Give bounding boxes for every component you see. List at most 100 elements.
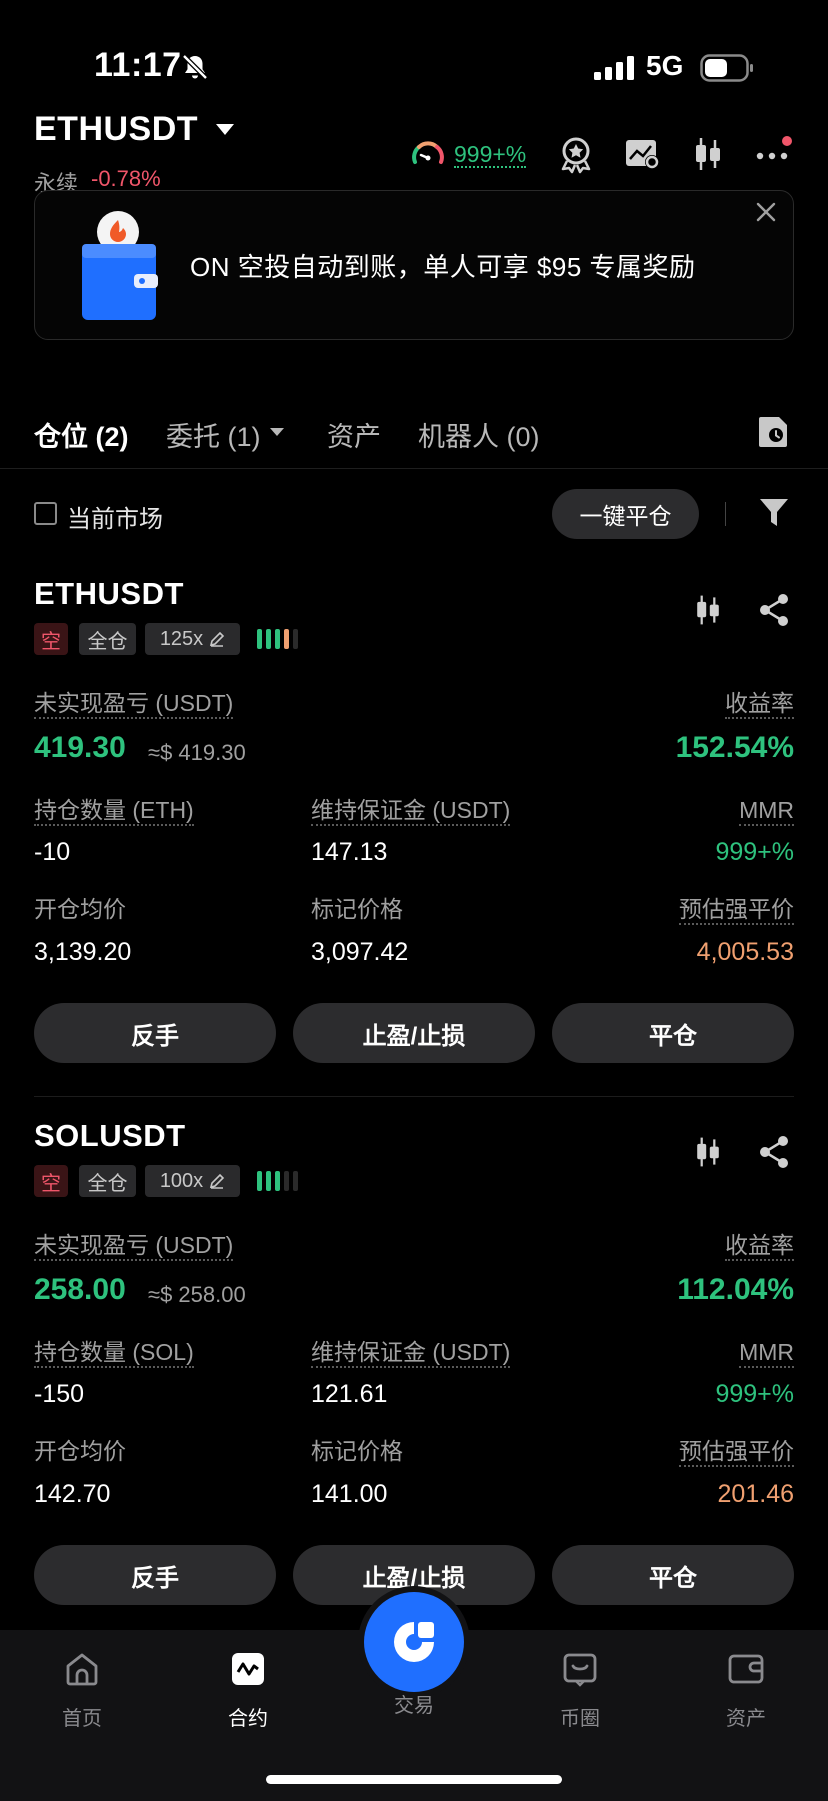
liq-price-value: 201.46: [717, 1480, 794, 1508]
margin-mode-badge[interactable]: 全仓: [79, 623, 136, 655]
mmr-value: 999+%: [715, 838, 794, 866]
candlestick-icon[interactable]: [690, 592, 726, 628]
tab-orders[interactable]: 委托 (1): [166, 415, 261, 454]
trade-icon: [394, 1622, 434, 1662]
mmr-label[interactable]: MMR: [739, 1339, 794, 1368]
tab-assets[interactable]: 资产: [327, 415, 381, 454]
bell-muted-icon: [182, 54, 208, 80]
leverage-badge[interactable]: 125x: [145, 623, 240, 655]
nav-label: 首页: [62, 1708, 102, 1730]
close-icon[interactable]: [754, 200, 778, 224]
risk-bars: [257, 1170, 298, 1192]
nav-trade[interactable]: 交易: [354, 1689, 474, 1718]
symbol-title[interactable]: ETHUSDT: [34, 110, 198, 149]
mmr-indicator[interactable]: 999+%: [454, 142, 527, 168]
entry-price-label: 开仓均价: [34, 1438, 126, 1464]
divider: [725, 502, 726, 526]
candlestick-icon[interactable]: [690, 1134, 726, 1170]
signal-icon: [594, 56, 634, 80]
gauge-icon[interactable]: [410, 138, 446, 170]
entry-price-label: 开仓均价: [34, 896, 126, 922]
edit-icon[interactable]: [209, 631, 225, 647]
nav-assets[interactable]: 资产: [686, 1650, 806, 1731]
maint-margin-value: 147.13: [311, 838, 388, 866]
network-type: 5G: [646, 50, 684, 81]
maint-margin-label[interactable]: 维持保证金 (USDT): [311, 1339, 511, 1368]
liq-price-label[interactable]: 预估强平价: [679, 1438, 794, 1467]
mark-price-value: 141.00: [311, 1480, 388, 1508]
filter-icon[interactable]: [758, 496, 790, 530]
side-badge: 空: [34, 1165, 68, 1197]
nav-home[interactable]: 首页: [22, 1650, 142, 1731]
roe-label[interactable]: 收益率: [725, 1232, 794, 1261]
unrealized-pnl-value: 258.00: [34, 1273, 126, 1306]
current-market-label: 当前市场: [67, 506, 163, 533]
position-qty-label[interactable]: 持仓数量 (SOL): [34, 1339, 194, 1368]
award-icon[interactable]: [556, 134, 596, 174]
more-icon[interactable]: [754, 134, 794, 174]
chart-settings-icon[interactable]: [622, 134, 662, 174]
edit-icon[interactable]: [209, 1173, 225, 1189]
chevron-down-icon[interactable]: [270, 428, 284, 436]
roe-value: 152.54%: [675, 731, 794, 764]
card-divider: [34, 1096, 794, 1097]
nav-futures[interactable]: 合约: [188, 1650, 308, 1731]
liq-price-label[interactable]: 预估强平价: [679, 896, 794, 925]
futures-icon: [232, 1653, 264, 1685]
mark-price-label: 标记价格: [311, 896, 403, 922]
leverage-value: 125x: [159, 627, 204, 650]
candlestick-icon[interactable]: [688, 134, 728, 174]
roe-label[interactable]: 收益率: [725, 690, 794, 719]
close-position-button[interactable]: 平仓: [552, 1545, 794, 1605]
tab-divider: [0, 468, 828, 469]
nav-label: 币圈: [560, 1708, 600, 1730]
position-qty-label[interactable]: 持仓数量 (ETH): [34, 797, 194, 826]
share-icon[interactable]: [756, 592, 792, 628]
caret-down-icon[interactable]: [216, 124, 234, 135]
home-icon: [66, 1653, 98, 1686]
home-indicator[interactable]: [266, 1775, 562, 1784]
leverage-value: 100x: [159, 1169, 204, 1192]
reverse-button[interactable]: 反手: [34, 1003, 276, 1063]
community-icon: [563, 1653, 597, 1687]
mark-price-value: 3,097.42: [311, 938, 409, 966]
risk-bars: [257, 628, 298, 650]
tab-positions[interactable]: 仓位 (2): [34, 415, 129, 454]
wallet-icon: [728, 1654, 764, 1684]
reverse-button[interactable]: 反手: [34, 1545, 276, 1605]
price-change: -0.78%: [91, 166, 161, 191]
margin-mode-badge[interactable]: 全仓: [79, 1165, 136, 1197]
side-badge: 空: [34, 623, 68, 655]
battery-icon: [700, 54, 753, 82]
position-symbol[interactable]: SOLUSDT: [34, 1118, 186, 1154]
liq-price-value: 4,005.53: [696, 938, 794, 966]
unrealized-pnl-label[interactable]: 未实现盈亏 (USDT): [34, 1232, 234, 1261]
trade-fab-button[interactable]: [364, 1592, 464, 1692]
maint-margin-label[interactable]: 维持保证金 (USDT): [311, 797, 511, 826]
unrealized-pnl-approx: ≈$ 419.30: [148, 740, 246, 765]
position-qty-value: -10: [34, 838, 71, 866]
tp-sl-button[interactable]: 止盈/止损: [293, 1003, 535, 1063]
close-all-button[interactable]: 一键平仓: [552, 489, 699, 539]
nav-label: 交易: [394, 1695, 434, 1717]
unrealized-pnl-approx: ≈$ 258.00: [148, 1282, 246, 1307]
banner-text: ON 空投自动到账，单人可享 $95 专属奖励: [190, 252, 696, 282]
mmr-value: 999+%: [715, 1380, 794, 1408]
unrealized-pnl-label[interactable]: 未实现盈亏 (USDT): [34, 690, 234, 719]
roe-value: 112.04%: [677, 1273, 794, 1306]
entry-price-value: 3,139.20: [34, 938, 132, 966]
share-icon[interactable]: [756, 1134, 792, 1170]
entry-price-value: 142.70: [34, 1480, 111, 1508]
tab-bots[interactable]: 机器人 (0): [418, 415, 540, 454]
position-qty-value: -150: [34, 1380, 85, 1408]
nav-label: 合约: [228, 1708, 268, 1730]
history-doc-icon[interactable]: [758, 414, 790, 448]
current-market-checkbox[interactable]: [34, 502, 57, 525]
close-position-button[interactable]: 平仓: [552, 1003, 794, 1063]
wallet-reward-icon: [82, 211, 158, 320]
leverage-badge[interactable]: 100x: [145, 1165, 240, 1197]
position-symbol[interactable]: ETHUSDT: [34, 576, 184, 612]
nav-community[interactable]: 币圈: [520, 1650, 640, 1731]
mmr-label[interactable]: MMR: [739, 797, 794, 826]
unrealized-pnl-value: 419.30: [34, 731, 126, 764]
